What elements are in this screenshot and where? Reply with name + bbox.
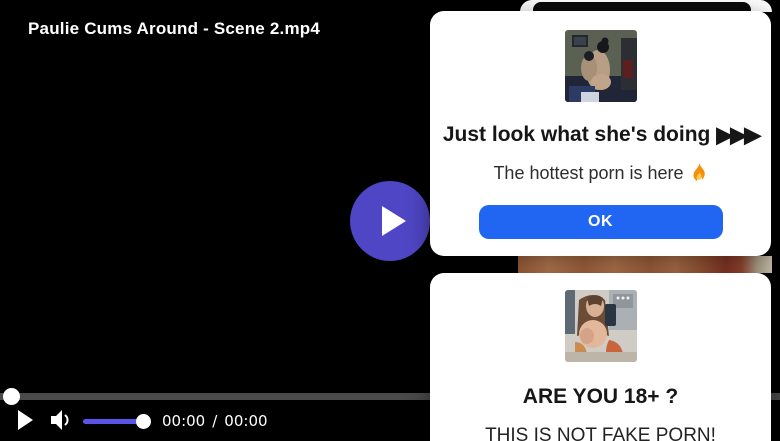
offer-popup-subtitle: The hottest porn is here: [430, 162, 771, 184]
video-title: Paulie Cums Around - Scene 2.mp4: [28, 19, 321, 38]
triple-play-arrows-icon: ▶▶▶: [716, 122, 761, 147]
background-ad-image[interactable]: [518, 256, 772, 273]
age-popup: ARE YOU 18+ ? THIS IS NOT FAKE PORN!: [430, 273, 771, 441]
offer-popup-title: Just look what she's doing ▶▶▶: [430, 122, 771, 148]
mirror-selfie-thumbnail: [564, 290, 637, 362]
fire-icon: [693, 163, 705, 182]
age-popup-thumbnail[interactable]: [564, 290, 637, 362]
seek-handle[interactable]: [3, 388, 20, 405]
volume-handle[interactable]: [136, 414, 151, 429]
bedroom-photo-thumbnail: [564, 30, 637, 102]
video-page: Paulie Cums Around - Scene 2.mp4 00:00 /…: [0, 0, 780, 441]
age-popup-title: ARE YOU 18+ ?: [522, 385, 679, 408]
time-display: 00:00 / 00:00: [162, 412, 268, 430]
time-separator: /: [212, 412, 218, 430]
ok-button[interactable]: OK: [478, 205, 723, 239]
duration: 00:00: [224, 412, 268, 430]
play-icon: [381, 206, 406, 236]
volume-down-icon: [51, 410, 69, 430]
play-button[interactable]: [18, 410, 33, 430]
offer-popup-thumbnail[interactable]: [564, 30, 637, 102]
offer-subtitle-text: The hottest porn is here: [493, 163, 684, 183]
offer-title-text: Just look what she's doing: [442, 123, 711, 146]
big-play-button[interactable]: [350, 181, 430, 261]
current-time: 00:00: [162, 412, 206, 430]
mute-button[interactable]: [49, 407, 73, 433]
offer-popup: Just look what she's doing ▶▶▶ The hotte…: [430, 11, 771, 256]
age-popup-subtitle: THIS IS NOT FAKE PORN!: [485, 425, 716, 441]
